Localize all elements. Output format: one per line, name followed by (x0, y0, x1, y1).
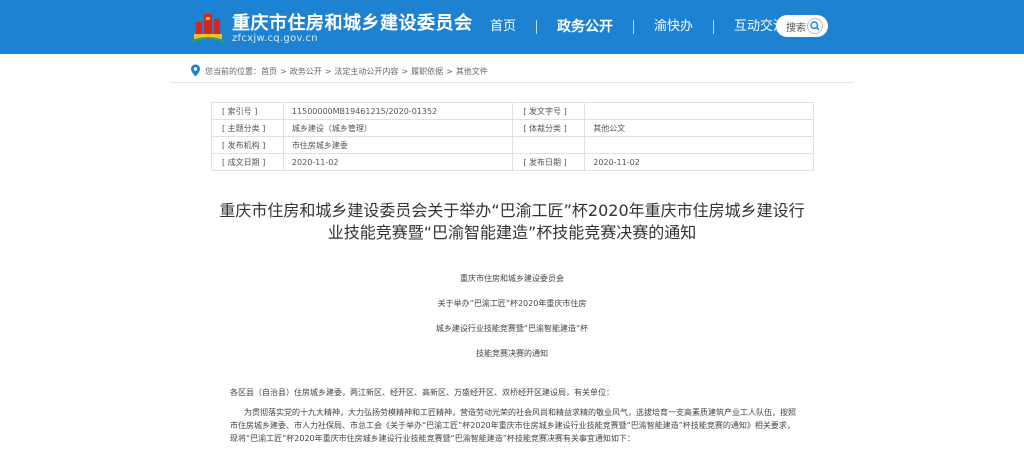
main-nav: 首页 政务公开 渝快办 互动交流 (470, 17, 806, 37)
table-row: [ 索引号 ] 11500000MB19461215/2020-01352 [ … (211, 102, 814, 120)
breadcrumb-statutory-disclosure[interactable]: 法定主动公开内容 (334, 66, 398, 77)
nav-home[interactable]: 首页 (470, 19, 536, 35)
info-value: 其他公文 (584, 119, 814, 137)
article-title: 重庆市住房和城乡建设委员会关于举办“巴渝工匠”杯2020年重庆市住房城乡建设行 … (200, 200, 824, 244)
site-header: 重庆市住房和城乡建设委员会 zfcxjw.cq.gov.cn 首页 政务公开 渝… (0, 0, 1024, 54)
info-label: [ 主题分类 ] (211, 119, 284, 137)
article-body: 各区县（自治县）住房城乡建委，两江新区、经开区、高新区、万盛经开区、双桥经开区建… (230, 386, 800, 452)
info-value: 市住房城乡建委 (282, 136, 514, 154)
info-label: [ 发布机构 ] (211, 136, 284, 154)
breadcrumb-divider (170, 82, 854, 83)
table-row: [ 成文日期 ] 2020-11-02 [ 发布日期 ] 2020-11-02 (211, 153, 814, 171)
breadcrumb-separator: > (324, 66, 332, 76)
breadcrumb-separator: > (401, 66, 409, 76)
document-info-table: [ 索引号 ] 11500000MB19461215/2020-01352 [ … (211, 102, 814, 171)
info-value: 11500000MB19461215/2020-01352 (282, 102, 514, 120)
info-label (512, 136, 586, 154)
breadcrumb-other-documents[interactable]: 其他文件 (456, 66, 488, 77)
breadcrumb-government-affairs[interactable]: 政务公开 (290, 66, 322, 77)
site-domain: zfcxjw.cq.gov.cn (232, 33, 318, 44)
breadcrumb-separator: > (280, 66, 287, 76)
breadcrumb-duty-basis[interactable]: 履职依据 (411, 66, 443, 77)
table-row: [ 主题分类 ] 城乡建设（城乡管理） [ 体裁分类 ] 其他公文 (211, 119, 814, 137)
article-title-line: 业技能竞赛暨“巴渝智能建造”杯技能竞赛决赛的通知 (327, 223, 697, 242)
nav-yukuaiban[interactable]: 渝快办 (634, 19, 713, 35)
site-logo-icon[interactable] (190, 8, 226, 44)
info-label: [ 索引号 ] (211, 102, 284, 120)
info-label: [ 成文日期 ] (211, 153, 284, 171)
info-value (584, 136, 814, 154)
info-label: [ 发文字号 ] (512, 102, 586, 120)
info-value: 城乡建设（城乡管理） (282, 119, 514, 137)
search-label: 搜索 (786, 22, 806, 34)
info-value: 2020-11-02 (584, 153, 814, 171)
breadcrumb-home[interactable]: 首页 (261, 66, 277, 77)
search-button[interactable]: 搜索 (776, 15, 828, 37)
article-heading-block: 重庆市住房和城乡建设委员会 关于举办“巴渝工匠”杯2020年重庆市住房 城乡建设… (300, 270, 724, 370)
heading-line: 城乡建设行业技能竞赛暨“巴渝智能建造”杯 (435, 324, 589, 333)
breadcrumb-prefix: 您当前的位置： (205, 66, 261, 76)
article-paragraph: 为贯彻落实党的十九大精神，大力弘扬劳模精神和工匠精神，营造劳动光荣的社会风尚和精… (230, 408, 796, 443)
info-label: [ 体裁分类 ] (512, 119, 586, 137)
article-salutation: 各区县（自治县）住房城乡建委，两江新区、经开区、高新区、万盛经开区、双桥经开区建… (230, 388, 614, 397)
info-label: [ 发布日期 ] (512, 153, 586, 171)
breadcrumb-separator: > (446, 66, 453, 76)
breadcrumb: 您当前的位置： 首页 > 政务公开 > 法定主动公开内容 > 履职依据 > 其他… (190, 62, 488, 80)
article-title-line: 重庆市住房和城乡建设委员会关于举办“巴渝工匠”杯2020年重庆市住房城乡建设行 (219, 201, 805, 220)
search-icon (807, 18, 823, 34)
info-value (584, 102, 814, 120)
location-pin-icon (191, 64, 200, 77)
heading-line: 重庆市住房和城乡建设委员会 (460, 274, 564, 283)
heading-line: 技能竞赛决赛的通知 (476, 349, 548, 358)
site-title[interactable]: 重庆市住房和城乡建设委员会 (232, 9, 473, 35)
info-value: 2020-11-02 (282, 153, 514, 171)
heading-line: 关于举办“巴渝工匠”杯2020年重庆市住房 (437, 299, 587, 308)
table-row: [ 发布机构 ] 市住房城乡建委 (211, 136, 814, 154)
nav-government-affairs[interactable]: 政务公开 (537, 19, 633, 35)
